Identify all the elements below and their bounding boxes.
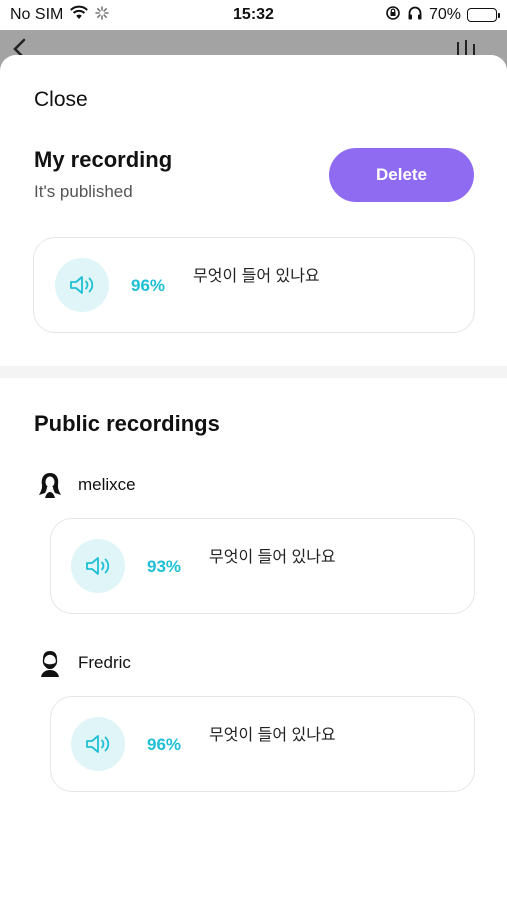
score-value: 96%	[147, 735, 182, 754]
status-left: No SIM	[10, 5, 110, 25]
score-value: 93%	[147, 557, 182, 576]
user-avatar-icon	[36, 471, 64, 499]
app-screen: No SIM 15:32 70% Close My recording It's…	[0, 0, 507, 900]
close-button[interactable]: Close	[34, 88, 88, 112]
headphones-icon	[407, 5, 423, 26]
battery-percent: 70%	[428, 6, 461, 23]
public-recording-card: 93% 무엇이 들어 있나요	[50, 518, 475, 614]
battery-icon	[467, 8, 500, 22]
speaker-icon[interactable]	[55, 258, 109, 312]
delete-button[interactable]: Delete	[329, 148, 474, 202]
speaker-icon[interactable]	[71, 717, 125, 771]
phrase-text: 무엇이 들어 있나요	[209, 549, 336, 566]
recordings-sheet: Close My recording It's published Delete…	[0, 55, 507, 900]
public-recordings-title: Public recordings	[34, 411, 220, 436]
section-divider	[0, 366, 507, 378]
my-recording-card: 96% 무엇이 들어 있나요	[33, 237, 475, 333]
speaker-icon[interactable]	[71, 539, 125, 593]
user-row[interactable]: melixce	[36, 471, 136, 499]
public-recording-card: 96% 무엇이 들어 있나요	[50, 696, 475, 792]
my-recording-title: My recording	[34, 147, 173, 172]
publish-status: It's published	[34, 182, 133, 201]
status-bar: No SIM 15:32 70%	[0, 0, 507, 30]
status-right: 70%	[385, 5, 500, 26]
rotation-lock-icon	[385, 5, 401, 26]
user-avatar-icon	[36, 649, 64, 677]
username: melixce	[78, 475, 136, 494]
phrase-text: 무엇이 들어 있나요	[193, 268, 320, 285]
user-row[interactable]: Fredric	[36, 649, 131, 677]
username: Fredric	[78, 653, 131, 672]
wifi-icon	[69, 5, 89, 25]
loading-icon	[95, 5, 110, 25]
score-value: 96%	[131, 276, 166, 295]
phrase-text: 무엇이 들어 있나요	[209, 727, 336, 744]
carrier-label: No SIM	[10, 6, 64, 23]
